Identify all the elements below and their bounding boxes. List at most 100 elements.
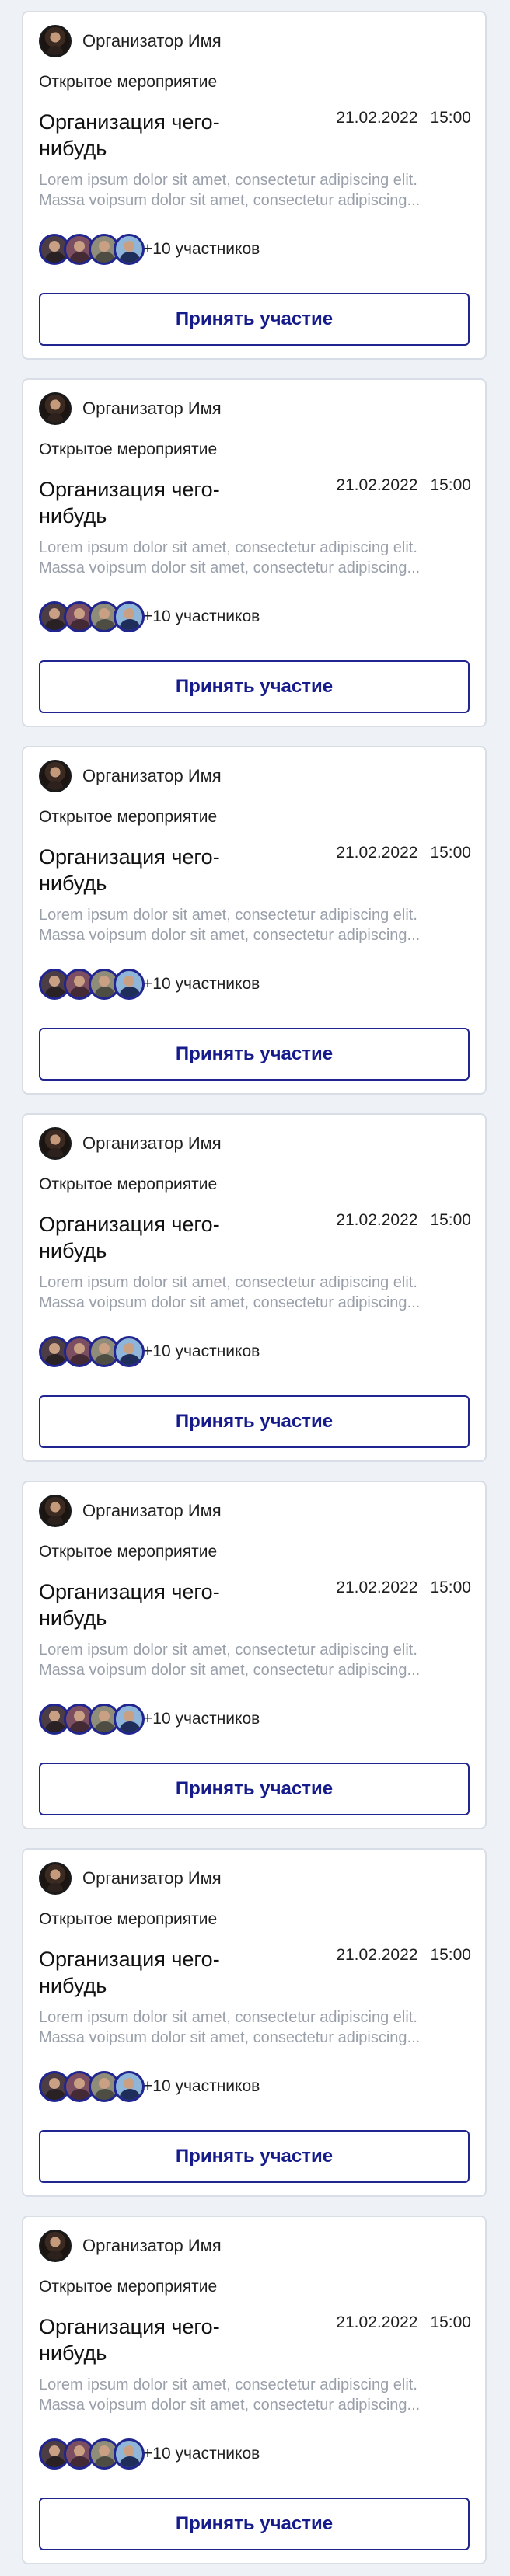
participants-count: +10 участников bbox=[143, 1710, 260, 1728]
join-button[interactable]: Принять участие bbox=[39, 1763, 470, 1815]
event-title: Организация чего-нибудь bbox=[39, 845, 220, 895]
participants-row[interactable]: +10 участников bbox=[39, 2071, 260, 2102]
organizer-avatar bbox=[39, 1495, 72, 1527]
organizer-name: Организатор Имя bbox=[82, 399, 222, 418]
event-description: Lorem ipsum dolor sit amet, consectetur … bbox=[39, 2375, 459, 2415]
organizer-name: Организатор Имя bbox=[82, 1133, 222, 1153]
event-description-line: Massa voipsum dolor sit amet, consectetu… bbox=[39, 1662, 421, 1679]
event-type: Открытое мероприятие bbox=[39, 73, 218, 91]
event-date: 21.02.2022 bbox=[336, 844, 418, 862]
participant-avatar bbox=[114, 2071, 145, 2102]
event-type: Открытое мероприятие bbox=[39, 1175, 218, 1193]
organizer-avatar bbox=[39, 25, 72, 57]
event-datetime: 21.02.2022 15:00 bbox=[336, 2313, 471, 2332]
participants-count: +10 участников bbox=[143, 2445, 260, 2463]
participant-avatar bbox=[114, 2438, 145, 2470]
event-description-line: Lorem ipsum dolor sit amet, consectetur … bbox=[39, 907, 417, 924]
event-card: Организатор Имя Открытое мероприятие Орг… bbox=[22, 746, 487, 1095]
event-date: 21.02.2022 bbox=[336, 1211, 418, 1229]
event-card: Организатор Имя Открытое мероприятие Орг… bbox=[22, 1848, 487, 2197]
event-card: Организатор Имя Открытое мероприятие Орг… bbox=[22, 378, 487, 727]
event-type: Открытое мероприятие bbox=[39, 440, 218, 458]
join-button[interactable]: Принять участие bbox=[39, 2498, 470, 2550]
organizer-avatar bbox=[39, 392, 72, 425]
participant-avatar bbox=[114, 969, 145, 1000]
event-description: Lorem ipsum dolor sit amet, consectetur … bbox=[39, 1272, 459, 1313]
organizer-row[interactable]: Организатор Имя bbox=[39, 1127, 222, 1160]
event-description-line: Lorem ipsum dolor sit amet, consectetur … bbox=[39, 1274, 417, 1291]
participants-count: +10 участников bbox=[143, 975, 260, 993]
event-description: Lorem ipsum dolor sit amet, consectetur … bbox=[39, 2007, 459, 2048]
join-button[interactable]: Принять участие bbox=[39, 1028, 470, 1081]
join-button[interactable]: Принять участие bbox=[39, 1395, 470, 1448]
participant-avatar bbox=[114, 1704, 145, 1735]
event-type: Открытое мероприятие bbox=[39, 1543, 218, 1561]
organizer-row[interactable]: Организатор Имя bbox=[39, 1495, 222, 1527]
participant-avatar bbox=[114, 601, 145, 632]
participants-count: +10 участников bbox=[143, 1342, 260, 1360]
event-time: 15:00 bbox=[430, 844, 471, 862]
event-datetime: 21.02.2022 15:00 bbox=[336, 476, 471, 495]
event-type: Открытое мероприятие bbox=[39, 1910, 218, 1928]
event-title: Организация чего-нибудь bbox=[39, 1580, 220, 1630]
event-time: 15:00 bbox=[430, 2313, 471, 2331]
organizer-avatar bbox=[39, 1127, 72, 1160]
organizer-avatar bbox=[39, 760, 72, 792]
participant-avatar bbox=[114, 234, 145, 265]
event-date: 21.02.2022 bbox=[336, 476, 418, 494]
participants-row[interactable]: +10 участников bbox=[39, 234, 260, 265]
organizer-name: Организатор Имя bbox=[82, 1501, 222, 1520]
event-description: Lorem ipsum dolor sit amet, consectetur … bbox=[39, 905, 459, 945]
event-description-line: Lorem ipsum dolor sit amet, consectetur … bbox=[39, 1641, 417, 1659]
event-description: Lorem ipsum dolor sit amet, consectetur … bbox=[39, 170, 459, 211]
event-description-line: Massa voipsum dolor sit amet, consectetu… bbox=[39, 192, 421, 209]
event-datetime: 21.02.2022 15:00 bbox=[336, 109, 471, 127]
event-card: Организатор Имя Открытое мероприятие Орг… bbox=[22, 1113, 487, 1462]
organizer-row[interactable]: Организатор Имя bbox=[39, 760, 222, 792]
event-datetime: 21.02.2022 15:00 bbox=[336, 1579, 471, 1597]
event-date: 21.02.2022 bbox=[336, 1946, 418, 1964]
organizer-name: Организатор Имя bbox=[82, 2236, 222, 2255]
event-datetime: 21.02.2022 15:00 bbox=[336, 1211, 471, 1230]
participants-row[interactable]: +10 участников bbox=[39, 601, 260, 632]
participants-row[interactable]: +10 участников bbox=[39, 2438, 260, 2470]
organizer-row[interactable]: Организатор Имя bbox=[39, 2230, 222, 2262]
participants-count: +10 участников bbox=[143, 2077, 260, 2095]
participants-row[interactable]: +10 участников bbox=[39, 969, 260, 1000]
organizer-name: Организатор Имя bbox=[82, 1868, 222, 1888]
event-description-line: Massa voipsum dolor sit amet, consectetu… bbox=[39, 2029, 421, 2046]
event-title: Организация чего-нибудь bbox=[39, 2315, 220, 2365]
organizer-name: Организатор Имя bbox=[82, 766, 222, 785]
join-button[interactable]: Принять участие bbox=[39, 293, 470, 346]
event-description-line: Massa voipsum dolor sit amet, consectetu… bbox=[39, 927, 421, 944]
event-time: 15:00 bbox=[430, 1579, 471, 1596]
organizer-name: Организатор Имя bbox=[82, 31, 222, 50]
event-card: Организатор Имя Открытое мероприятие Орг… bbox=[22, 2216, 487, 2564]
organizer-row[interactable]: Организатор Имя bbox=[39, 392, 222, 425]
event-title: Организация чего-нибудь bbox=[39, 1948, 220, 1997]
event-description-line: Lorem ipsum dolor sit amet, consectetur … bbox=[39, 539, 417, 556]
event-time: 15:00 bbox=[430, 1211, 471, 1229]
event-title: Организация чего-нибудь bbox=[39, 110, 220, 160]
event-type: Открытое мероприятие bbox=[39, 2278, 218, 2296]
event-time: 15:00 bbox=[430, 476, 471, 494]
participants-row[interactable]: +10 участников bbox=[39, 1336, 260, 1367]
join-button[interactable]: Принять участие bbox=[39, 660, 470, 713]
organizer-row[interactable]: Организатор Имя bbox=[39, 1862, 222, 1895]
event-title: Организация чего-нибудь bbox=[39, 478, 220, 527]
event-time: 15:00 bbox=[430, 1946, 471, 1964]
event-datetime: 21.02.2022 15:00 bbox=[336, 1946, 471, 1965]
event-description: Lorem ipsum dolor sit amet, consectetur … bbox=[39, 1640, 459, 1680]
event-description-line: Lorem ipsum dolor sit amet, consectetur … bbox=[39, 172, 417, 189]
event-datetime: 21.02.2022 15:00 bbox=[336, 844, 471, 862]
event-date: 21.02.2022 bbox=[336, 2313, 418, 2331]
event-date: 21.02.2022 bbox=[336, 1579, 418, 1596]
event-description-line: Lorem ipsum dolor sit amet, consectetur … bbox=[39, 2009, 417, 2026]
event-title: Организация чего-нибудь bbox=[39, 1213, 220, 1262]
organizer-row[interactable]: Организатор Имя bbox=[39, 25, 222, 57]
organizer-avatar bbox=[39, 1862, 72, 1895]
event-description-line: Massa voipsum dolor sit amet, consectetu… bbox=[39, 559, 421, 576]
event-type: Открытое мероприятие bbox=[39, 808, 218, 826]
join-button[interactable]: Принять участие bbox=[39, 2130, 470, 2183]
participants-row[interactable]: +10 участников bbox=[39, 1704, 260, 1735]
